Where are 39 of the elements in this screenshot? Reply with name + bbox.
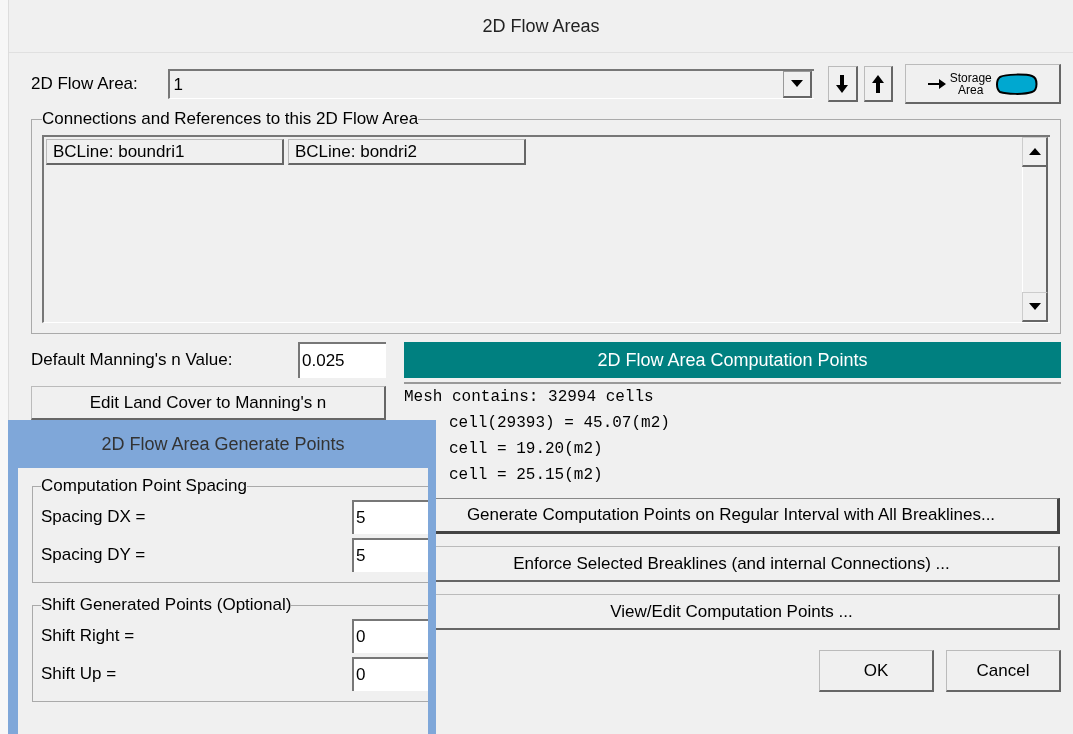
field-label: Shift Up =	[41, 664, 117, 684]
dialog-title: 2D Flow Area Generate Points	[101, 433, 345, 455]
caret-icon	[790, 80, 803, 88]
group-label: Connections and References to this 2D Flow Area	[42, 109, 419, 129]
dropdown-button[interactable]	[782, 71, 812, 98]
edit-land-cover-button[interactable]: Edit Land Cover to Manning's n	[31, 386, 386, 420]
storage-area-button[interactable]: Storage Area	[905, 64, 1061, 104]
up-arrow-icon	[872, 74, 884, 93]
section-header: 2D Flow Area Computation Points	[404, 342, 1061, 378]
scroll-up-icon	[1028, 148, 1041, 155]
field-label: Default Manning's n Value:	[31, 350, 233, 370]
input-field[interactable]: 0	[352, 657, 428, 691]
down-arrow-icon	[836, 74, 849, 93]
field-label: 2D Flow Area:	[31, 74, 139, 94]
storage-area-icon	[995, 72, 1038, 95]
scrollbar[interactable]	[1022, 137, 1048, 322]
mesh-info-line: cell = 25.15(m2)	[448, 465, 604, 486]
right-arrow-icon	[927, 77, 946, 90]
mesh-info-line: cell = 19.20(m2)	[448, 439, 604, 460]
dialog-button[interactable]: Cancel	[946, 650, 1061, 692]
move-up-button[interactable]	[863, 66, 894, 102]
input-field[interactable]: 5	[352, 500, 428, 534]
group-label: Computation Point Spacing	[41, 476, 248, 496]
input-field[interactable]: 5	[352, 538, 428, 572]
mesh-info-line: Mesh contains: 32994 cells	[404, 387, 655, 408]
mesh-info-line: cell(29393) = 45.07(m2)	[448, 413, 671, 434]
field-label: Shift Right =	[41, 626, 135, 646]
manning-n-field[interactable]: 0.025	[298, 342, 386, 378]
flow-area-dropdown[interactable]: 1	[167, 69, 814, 99]
move-down-button[interactable]	[827, 66, 858, 102]
connection-item[interactable]: BCLine: bondri2	[288, 139, 526, 165]
field-label: Spacing DX =	[41, 507, 146, 527]
window-title: 2D Flow Areas	[482, 15, 600, 37]
dialog-button[interactable]: OK	[819, 650, 934, 692]
group-label: Shift Generated Points (Optional)	[41, 595, 292, 615]
connection-item[interactable]: BCLine: boundri1	[46, 139, 284, 165]
input-field[interactable]: 0	[352, 619, 428, 653]
field-label: Spacing DY =	[41, 545, 146, 565]
scroll-down-icon	[1028, 303, 1041, 310]
